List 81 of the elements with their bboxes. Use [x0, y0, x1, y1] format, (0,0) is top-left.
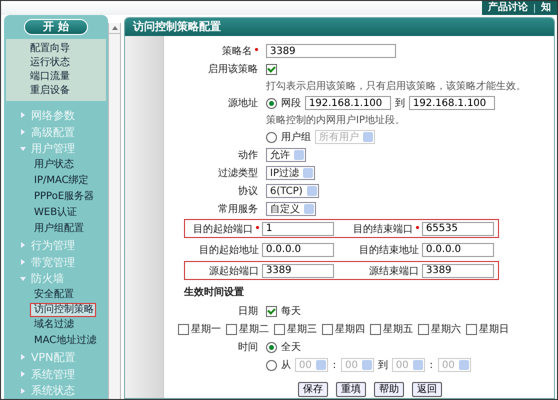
field-label: 目的起始地址 — [199, 244, 259, 256]
form-button[interactable]: 帮助 — [374, 382, 404, 397]
radio-label: 网段 — [281, 97, 301, 110]
section-title: 生效时间设置 — [184, 286, 245, 300]
start-button[interactable]: 开 始 — [24, 19, 88, 35]
policy-name-field[interactable]: 3389 — [266, 44, 396, 58]
top-link[interactable]: 知 — [541, 2, 557, 14]
checkbox[interactable] — [370, 324, 381, 334]
checkbox-label: 星期五 — [383, 322, 413, 336]
field-label: 启用该策略 — [207, 62, 258, 76]
text-field[interactable]: 65535 — [422, 222, 494, 236]
hint-text: 打勾表示启用该策略，只有启用该策略，该策略才能生效。 — [266, 80, 526, 93]
scroll-up-arrow-icon[interactable] — [112, 26, 118, 30]
sidebar-link[interactable]: 端口流量 — [30, 70, 106, 84]
radio-label: 用户组 — [281, 130, 311, 144]
sidebar-item[interactable]: 用户状态 — [30, 157, 78, 174]
time-separator: : — [332, 360, 338, 370]
field-label: 目的结束地址 — [359, 244, 419, 256]
sidebar-item[interactable]: WEB认证 — [30, 205, 82, 222]
text-field[interactable]: 1 — [262, 222, 334, 236]
sidebar-link[interactable]: 重启设备 — [30, 84, 106, 98]
dropdown[interactable]: IP过滤 — [266, 166, 315, 180]
field-label: 源起始端口 — [209, 264, 259, 278]
checkbox[interactable] — [418, 324, 429, 334]
field-label: 动作 — [237, 149, 258, 162]
checkbox-label: 每天 — [281, 305, 301, 318]
checkbox[interactable] — [274, 324, 285, 334]
radio-button[interactable] — [266, 342, 277, 352]
text-field[interactable]: 3389 — [422, 264, 494, 278]
field-label: 目的结束端口 — [353, 222, 419, 236]
to-label: 到 — [395, 97, 405, 110]
field-label: 源结束端口 — [369, 264, 419, 278]
sidebar-link[interactable]: 配置向导 — [30, 42, 106, 56]
checkbox-label: 星期四 — [335, 322, 365, 336]
page-title: 访问控制策略配置 — [125, 18, 554, 36]
form-button[interactable]: 返回 — [412, 382, 442, 397]
radio-label: 全天 — [281, 341, 301, 354]
dropdown[interactable]: 自定义 — [266, 202, 316, 216]
checkbox-label: 星期六 — [431, 322, 461, 336]
checkbox[interactable] — [266, 64, 277, 74]
field-label: 源地址 — [227, 96, 258, 110]
dropdown[interactable]: 6(TCP) — [266, 184, 319, 198]
top-link[interactable]: 产品讨论 — [488, 2, 534, 14]
sidebar-item[interactable]: 安全配置 — [30, 287, 78, 304]
checkbox-label: 星期二 — [239, 322, 269, 336]
checkbox[interactable] — [266, 306, 277, 316]
text-field[interactable]: 0.0.0.0 — [262, 242, 334, 256]
radio-button[interactable] — [266, 98, 277, 108]
sidebar-item[interactable]: 用户组配置 — [30, 221, 88, 238]
checkbox[interactable] — [226, 324, 237, 334]
ip-to-field[interactable]: 192.168.1.100 — [409, 96, 495, 110]
sidebar-item[interactable]: 访问控制策略 — [30, 303, 96, 318]
field-label: 过滤类型 — [217, 166, 258, 180]
ip-from-field[interactable]: 192.168.1.100 — [305, 96, 391, 110]
text-field[interactable]: 3389 — [262, 264, 334, 278]
checkbox-label: 星期一 — [191, 322, 221, 336]
field-label: 目的起始端口 — [193, 222, 259, 236]
scrollbar[interactable] — [108, 23, 121, 399]
field-label: 时间 — [237, 340, 258, 354]
form-button[interactable]: 重填 — [336, 382, 366, 397]
checkbox-label: 星期三 — [287, 322, 317, 336]
checkbox[interactable] — [322, 324, 333, 334]
field-label: 常用服务 — [217, 202, 258, 216]
field-label: 协议 — [237, 184, 258, 198]
field-label: 日期 — [237, 304, 258, 318]
field-label: 策略名 — [222, 44, 258, 58]
text-field[interactable]: 0.0.0.0 — [422, 242, 494, 256]
sidebar-item[interactable]: MAC地址过滤 — [30, 333, 100, 350]
sidebar-link[interactable]: 运行状态 — [30, 56, 106, 70]
to-label: 到 — [378, 359, 388, 372]
checkbox[interactable] — [178, 324, 189, 334]
sidebar-item[interactable]: PPPoE服务器 — [30, 189, 98, 206]
hint-text: 策略控制的内网用户IP地址段。 — [266, 114, 405, 127]
dropdown[interactable]: 允许 — [266, 148, 306, 162]
sidebar-item[interactable]: IP/MAC绑定 — [30, 173, 93, 190]
time-separator: : — [428, 360, 434, 370]
radio-label: 从 — [281, 358, 291, 372]
checkbox[interactable] — [466, 324, 477, 334]
checkbox-label: 星期日 — [479, 322, 509, 336]
sidebar-item[interactable]: 域名过滤 — [30, 317, 78, 334]
form-button[interactable]: 保存 — [298, 382, 328, 397]
